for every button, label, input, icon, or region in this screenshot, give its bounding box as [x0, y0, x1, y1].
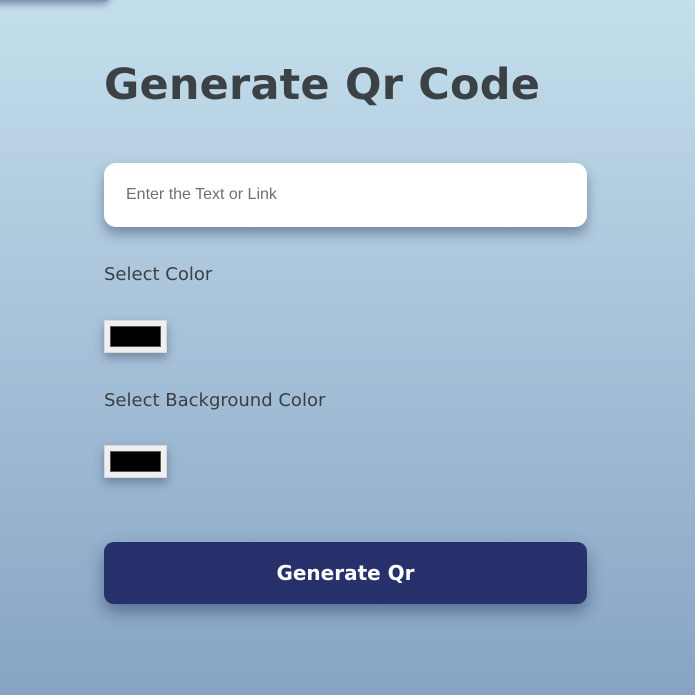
page-title: Generate Qr Code	[104, 60, 541, 110]
color-picker-swatch	[110, 326, 161, 347]
select-color-label: Select Color	[104, 264, 213, 285]
generate-qr-button[interactable]: Generate Qr	[104, 542, 587, 604]
color-picker[interactable]	[104, 320, 167, 353]
background-color-picker[interactable]	[104, 445, 167, 478]
background-color-picker-swatch	[110, 451, 161, 472]
select-background-color-label: Select Background Color	[104, 390, 326, 411]
corner-decoration	[0, 0, 110, 2]
text-or-link-input[interactable]	[104, 163, 587, 227]
